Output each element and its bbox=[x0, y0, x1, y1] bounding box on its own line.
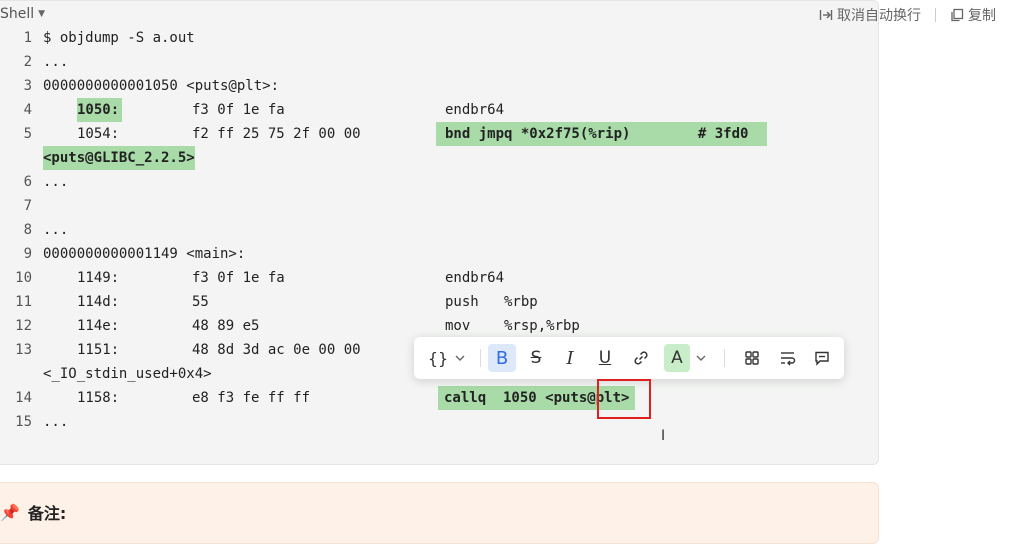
text-color-button[interactable]: A bbox=[664, 344, 690, 372]
code-header-actions: 取消自动换行 复制 bbox=[819, 5, 996, 25]
line-number: 11 bbox=[15, 294, 32, 310]
code-asm: push %rbp bbox=[445, 294, 538, 310]
code-braces-icon: {} bbox=[427, 348, 449, 368]
italic-button[interactable]: I bbox=[556, 344, 584, 372]
code-address: 1151: bbox=[77, 342, 120, 358]
code-bytes: 48 8d 3d ac 0e 00 00 bbox=[192, 342, 361, 358]
code-address: 1054: bbox=[77, 126, 120, 142]
comment-icon bbox=[815, 351, 829, 366]
code-bytes: f2 ff 25 75 2f 00 00 bbox=[192, 126, 361, 142]
line-number: 12 bbox=[15, 318, 32, 334]
line-number: 5 bbox=[23, 126, 32, 142]
code-asm: mov %rsp,%rbp bbox=[445, 318, 580, 334]
line-number: 14 bbox=[15, 390, 32, 406]
code-address: 1149: bbox=[77, 270, 120, 286]
text-cursor-icon: I bbox=[661, 428, 666, 444]
format-toolbar: {} B S I U A bbox=[414, 337, 844, 379]
code-line: ... bbox=[43, 414, 69, 430]
bold-icon: B bbox=[495, 347, 509, 369]
line-number: 2 bbox=[23, 54, 32, 70]
wrap-icon bbox=[819, 10, 833, 20]
divider bbox=[480, 349, 481, 367]
note-callout bbox=[0, 482, 879, 544]
code-line: 0000000000001149 <main>: bbox=[43, 246, 246, 262]
underline-icon: U bbox=[598, 348, 612, 368]
code-address: 1050: bbox=[77, 98, 123, 122]
strikethrough-icon: S bbox=[530, 348, 542, 368]
text-color-icon: A bbox=[671, 348, 683, 368]
italic-icon: I bbox=[566, 347, 574, 369]
code-bytes: e8 f3 fe ff ff bbox=[192, 390, 311, 406]
note-heading: 📌 备注: bbox=[0, 500, 66, 524]
line-number: 3 bbox=[23, 78, 32, 94]
code-line: $ objdump -S a.out bbox=[43, 30, 195, 46]
link-button[interactable] bbox=[627, 344, 655, 372]
text-wrap-button[interactable] bbox=[774, 344, 802, 372]
note-label: 备注: bbox=[27, 504, 67, 523]
chevron-down-icon bbox=[455, 355, 465, 361]
toggle-wrap-button[interactable]: 取消自动换行 bbox=[819, 5, 921, 25]
code-address: 114e: bbox=[77, 318, 120, 334]
comment-button[interactable] bbox=[808, 344, 836, 372]
copy-label: 复制 bbox=[968, 8, 996, 24]
code-bytes: 55 bbox=[192, 294, 209, 310]
code-format-button[interactable]: {} bbox=[422, 344, 472, 372]
code-bytes: f3 0f 1e fa bbox=[192, 270, 285, 286]
code-line: ... bbox=[43, 222, 69, 238]
code-bytes: 48 89 e5 bbox=[192, 318, 260, 334]
copy-button[interactable]: 复制 bbox=[950, 5, 996, 25]
blocks-button[interactable] bbox=[738, 344, 766, 372]
code-asm: endbr64 bbox=[445, 270, 505, 286]
line-number: 8 bbox=[23, 222, 32, 238]
text-color-dropdown[interactable] bbox=[691, 344, 711, 372]
chevron-down-icon bbox=[696, 355, 706, 361]
line-number: 1 bbox=[23, 30, 32, 46]
underline-button[interactable]: U bbox=[591, 344, 619, 372]
line-number: 4 bbox=[23, 102, 32, 118]
code-line: ... bbox=[43, 174, 69, 190]
pin-icon: 📌 bbox=[0, 502, 20, 522]
code-continuation: <_IO_stdin_used+0x4> bbox=[43, 366, 212, 382]
toggle-wrap-label: 取消自动换行 bbox=[837, 8, 921, 24]
language-label: Shell bbox=[0, 6, 35, 22]
line-number: 13 bbox=[15, 342, 32, 358]
divider bbox=[724, 349, 725, 367]
code-line: ... bbox=[43, 54, 69, 70]
code-continuation: <puts@GLIBC_2.2.5> bbox=[43, 146, 195, 170]
wrap-text-icon bbox=[781, 352, 796, 366]
divider bbox=[935, 8, 936, 22]
code-address: 114d: bbox=[77, 294, 120, 310]
code-asm: endbr64 bbox=[445, 102, 505, 118]
language-selector[interactable]: Shell ▼ bbox=[0, 6, 45, 22]
grid-icon bbox=[745, 351, 759, 365]
code-line: 0000000000001050 <puts@plt>: bbox=[43, 78, 280, 94]
link-icon bbox=[634, 351, 648, 365]
line-number: 9 bbox=[23, 246, 32, 262]
line-number: 7 bbox=[23, 198, 32, 214]
code-bytes: f3 0f 1e fa bbox=[192, 102, 285, 118]
strikethrough-button[interactable]: S bbox=[522, 344, 550, 372]
chevron-down-icon: ▼ bbox=[38, 9, 46, 19]
line-number: 6 bbox=[23, 174, 32, 190]
line-number: 15 bbox=[15, 414, 32, 430]
code-address: 1158: bbox=[77, 390, 120, 406]
line-number: 10 bbox=[15, 270, 32, 286]
bold-button[interactable]: B bbox=[488, 344, 516, 372]
annotation-highlight-box bbox=[597, 379, 651, 419]
copy-icon bbox=[951, 8, 964, 22]
code-asm: bnd jmpq *0x2f75(%rip) # 3fd0 bbox=[436, 122, 767, 146]
